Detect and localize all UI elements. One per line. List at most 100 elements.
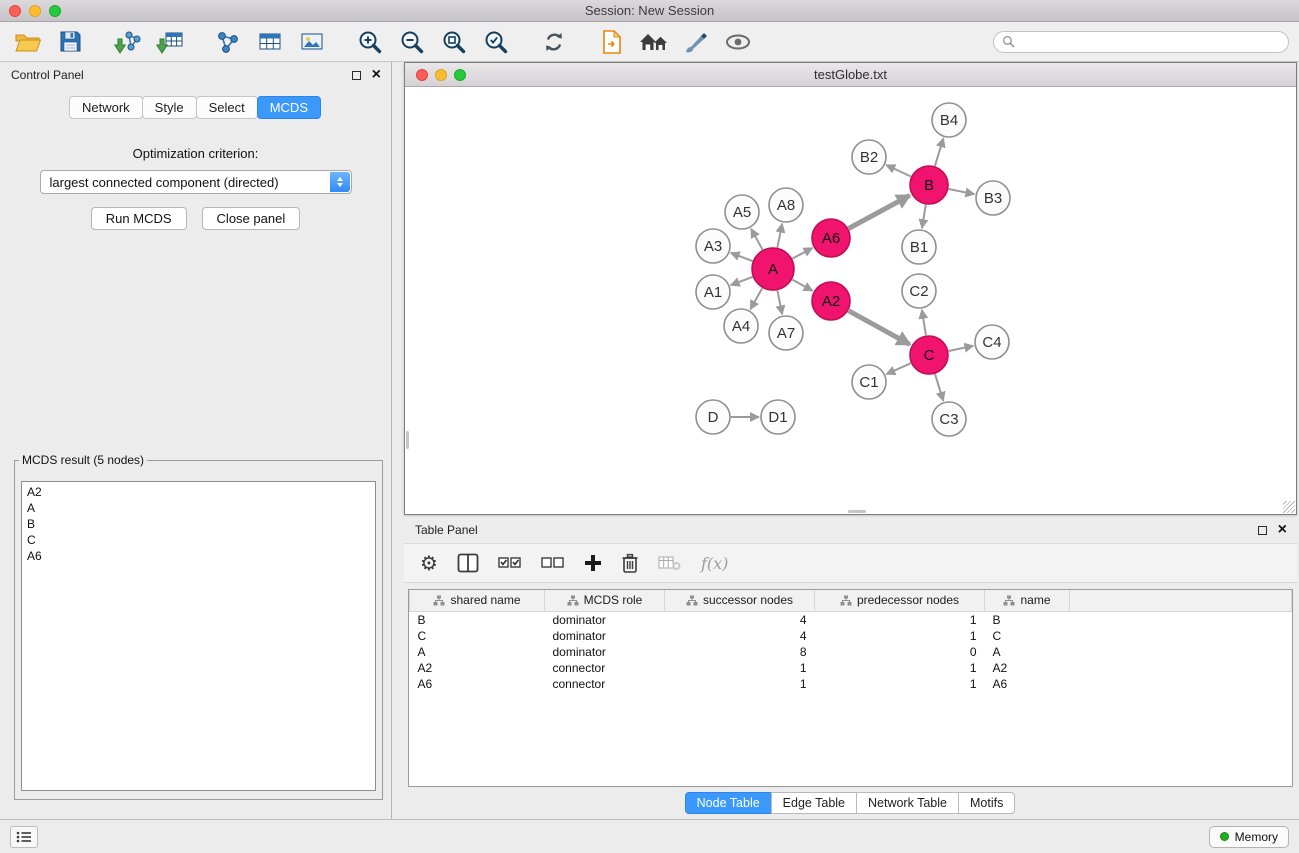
result-item[interactable]: A2 [27,484,370,500]
graph-node-A2[interactable]: A2 [812,282,850,320]
search-input[interactable] [1020,34,1280,49]
graph-node-A1[interactable]: A1 [696,275,730,309]
graph-node-C[interactable]: C [910,336,948,374]
show-networks-button[interactable] [638,26,670,58]
import-network-button[interactable] [112,26,144,58]
graph-node-A5[interactable]: A5 [725,195,759,229]
graph-node-C2[interactable]: C2 [902,274,936,308]
graph-edge-A-A8[interactable] [777,224,782,248]
graph-edge-B-B2[interactable] [886,165,911,177]
float-table-panel-button[interactable] [1258,526,1267,535]
resize-grip[interactable] [1283,501,1295,513]
column-header-name[interactable]: name [985,590,1070,611]
graph-node-A7[interactable]: A7 [769,316,803,350]
new-table-button[interactable] [254,26,286,58]
graph-node-A3[interactable]: A3 [696,229,730,263]
style-button[interactable] [680,26,712,58]
tab-mcds[interactable]: MCDS [257,96,321,119]
open-session-button[interactable] [12,26,44,58]
graph-edge-A-A6[interactable] [792,248,812,259]
table-cell[interactable]: A2 [985,660,1070,676]
zoom-fit-button[interactable] [438,26,470,58]
deselect-all-rows-button[interactable] [541,554,565,572]
graph-edge-C-C3[interactable] [935,374,943,401]
toggle-columns-button[interactable] [457,553,479,573]
table-cell[interactable]: A2 [410,660,545,676]
table-row-A[interactable]: Adominator80A [410,644,1292,660]
session-file-button[interactable] [596,26,628,58]
table-cell[interactable]: A6 [985,676,1070,692]
save-session-button[interactable] [54,26,86,58]
table-cell[interactable]: connector [545,676,665,692]
zoom-in-button[interactable] [354,26,386,58]
graph-node-A6[interactable]: A6 [812,219,850,257]
graph-node-B2[interactable]: B2 [852,140,886,174]
graph-edge-C-C1[interactable] [886,363,911,374]
show-hide-button[interactable] [722,26,754,58]
table-cell[interactable]: 1 [665,676,815,692]
graph-edge-C-C2[interactable] [922,310,926,335]
graph-edge-B-B3[interactable] [949,189,975,194]
memory-button[interactable]: Memory [1209,826,1289,848]
column-header-shared-name[interactable]: shared name [410,590,545,611]
table-cell[interactable]: 1 [815,676,985,692]
result-item[interactable]: B [27,516,370,532]
graph-node-B[interactable]: B [910,166,948,204]
table-cell[interactable]: dominator [545,611,665,628]
graph-node-A4[interactable]: A4 [724,309,758,343]
graph-edge-A-A3[interactable] [731,253,753,261]
graph-node-B3[interactable]: B3 [976,181,1010,215]
close-window-button[interactable] [9,5,21,17]
table-cell[interactable]: 4 [665,611,815,628]
column-header-successor-nodes[interactable]: successor nodes [665,590,815,611]
table-cell[interactable]: B [410,611,545,628]
new-network-button[interactable] [212,26,244,58]
graph-edge-A-A2[interactable] [792,280,812,291]
search-field[interactable] [993,31,1289,53]
table-cell[interactable]: 0 [815,644,985,660]
panel-list-button[interactable] [10,826,38,848]
network-close-button[interactable] [416,69,428,81]
float-panel-button[interactable] [352,71,361,80]
select-all-rows-button[interactable] [498,554,522,572]
graph-node-C4[interactable]: C4 [975,325,1009,359]
run-mcds-button[interactable]: Run MCDS [91,207,187,230]
graph-node-D[interactable]: D [696,400,730,434]
refresh-button[interactable] [538,26,570,58]
table-cell[interactable]: C [985,628,1070,644]
table-row-A6[interactable]: A6connector11A6 [410,676,1292,692]
table-cell[interactable]: A6 [410,676,545,692]
criterion-dropdown[interactable]: largest connected component (directed) [40,170,352,194]
result-item[interactable]: C [27,532,370,548]
table-cell[interactable]: 1 [815,611,985,628]
graph-edge-A6-B[interactable] [849,196,910,229]
table-cell[interactable]: B [985,611,1070,628]
export-image-button[interactable] [296,26,328,58]
graph-edge-A-A5[interactable] [751,229,762,250]
table-cell[interactable]: 1 [815,660,985,676]
table-cell[interactable]: C [410,628,545,644]
tab-select[interactable]: Select [196,96,258,119]
tab-edge-table[interactable]: Edge Table [771,792,857,814]
result-item[interactable]: A6 [27,548,370,564]
horizontal-scrollbar-thumb[interactable] [848,510,866,513]
network-canvas[interactable]: B4B2BB3A8A5A6A3B1AA1C2A2A4A7C4CC1C3DD1 [405,87,1296,513]
table-cell[interactable]: 1 [815,628,985,644]
graph-edge-B-B4[interactable] [935,138,944,166]
minimize-window-button[interactable] [29,5,41,17]
table-row-B[interactable]: Bdominator41B [410,611,1292,628]
graph-edge-A-A7[interactable] [777,291,782,315]
network-minimize-button[interactable] [435,69,447,81]
column-header-mcds-role[interactable]: MCDS role [545,590,665,611]
column-header-predecessor-nodes[interactable]: predecessor nodes [815,590,985,611]
table-cell[interactable]: A [410,644,545,660]
tab-network[interactable]: Network [69,96,143,119]
graph-node-D1[interactable]: D1 [761,400,795,434]
table-row-C[interactable]: Cdominator41C [410,628,1292,644]
graph-edge-A2-C[interactable] [849,311,910,345]
graph-node-B1[interactable]: B1 [902,230,936,264]
graph-node-C3[interactable]: C3 [932,402,966,436]
tab-style[interactable]: Style [142,96,197,119]
network-window-titlebar[interactable]: testGlobe.txt [405,63,1296,87]
delete-row-button[interactable] [621,553,639,574]
